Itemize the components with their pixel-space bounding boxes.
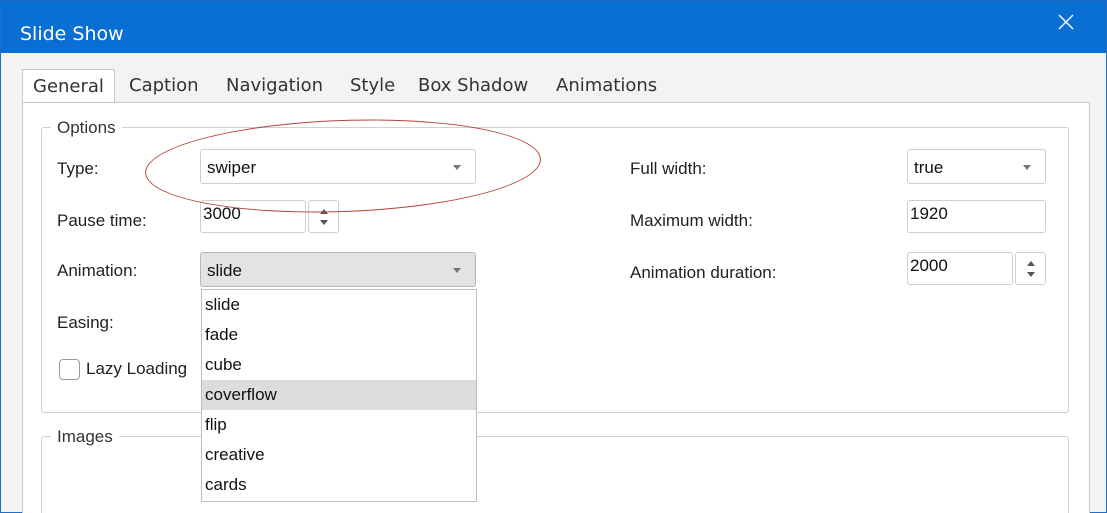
full-width-label: Full width: xyxy=(630,159,707,178)
spinner-down-icon[interactable] xyxy=(320,220,328,225)
options-group-title: Options xyxy=(51,118,122,138)
dropdown-option-flip[interactable]: flip xyxy=(202,410,476,440)
animation-duration-spinner[interactable] xyxy=(1015,252,1046,285)
dropdown-option-fade[interactable]: fade xyxy=(202,320,476,350)
maximum-width-label: Maximum width: xyxy=(630,211,753,230)
tab-box-shadow[interactable]: Box Shadow xyxy=(418,69,528,103)
maximum-width-value: 1920 xyxy=(910,204,948,223)
dropdown-option-slide[interactable]: slide xyxy=(202,290,476,320)
images-group xyxy=(41,436,1069,513)
close-icon xyxy=(1058,14,1074,30)
tab-animations[interactable]: Animations xyxy=(556,69,657,103)
tab-navigation[interactable]: Navigation xyxy=(226,69,323,103)
lazy-loading-label: Lazy Loading xyxy=(86,359,188,378)
animation-duration-value: 2000 xyxy=(910,256,948,275)
tab-style[interactable]: Style xyxy=(350,69,395,103)
animation-duration-label: Animation duration: xyxy=(630,263,777,282)
spinner-down-icon[interactable] xyxy=(1027,272,1035,277)
type-label: Type: xyxy=(57,159,99,178)
animation-dropdown-list: slide fade cube coverflow flip creative … xyxy=(201,289,477,502)
chevron-down-icon xyxy=(1023,165,1031,170)
animation-value: slide xyxy=(207,261,242,280)
tab-caption[interactable]: Caption xyxy=(129,69,199,103)
dropdown-option-cube[interactable]: cube xyxy=(202,350,476,380)
close-button[interactable] xyxy=(1049,7,1083,37)
images-group-title: Images xyxy=(51,427,119,447)
easing-label: Easing: xyxy=(57,313,114,332)
dropdown-option-creative[interactable]: creative xyxy=(202,440,476,470)
window-title: Slide Show xyxy=(20,23,124,45)
chevron-down-icon xyxy=(453,268,461,273)
spinner-up-icon[interactable] xyxy=(1027,261,1035,266)
pause-time-label: Pause time: xyxy=(57,211,147,230)
animation-label: Animation: xyxy=(57,261,138,280)
full-width-select[interactable]: true xyxy=(907,149,1046,184)
tab-general[interactable]: General xyxy=(22,69,115,105)
dropdown-option-coverflow[interactable]: coverflow xyxy=(202,380,476,410)
lazy-loading-checkbox[interactable] xyxy=(59,359,80,380)
slide-show-dialog: Slide Show General Caption Navigation St… xyxy=(0,0,1107,513)
animation-duration-input[interactable]: 2000 xyxy=(907,252,1013,285)
full-width-value: true xyxy=(914,158,944,177)
maximum-width-input[interactable]: 1920 xyxy=(907,200,1046,233)
animation-select[interactable]: slide xyxy=(200,252,476,287)
title-bar: Slide Show xyxy=(1,1,1106,53)
dropdown-option-cards[interactable]: cards xyxy=(202,470,476,500)
